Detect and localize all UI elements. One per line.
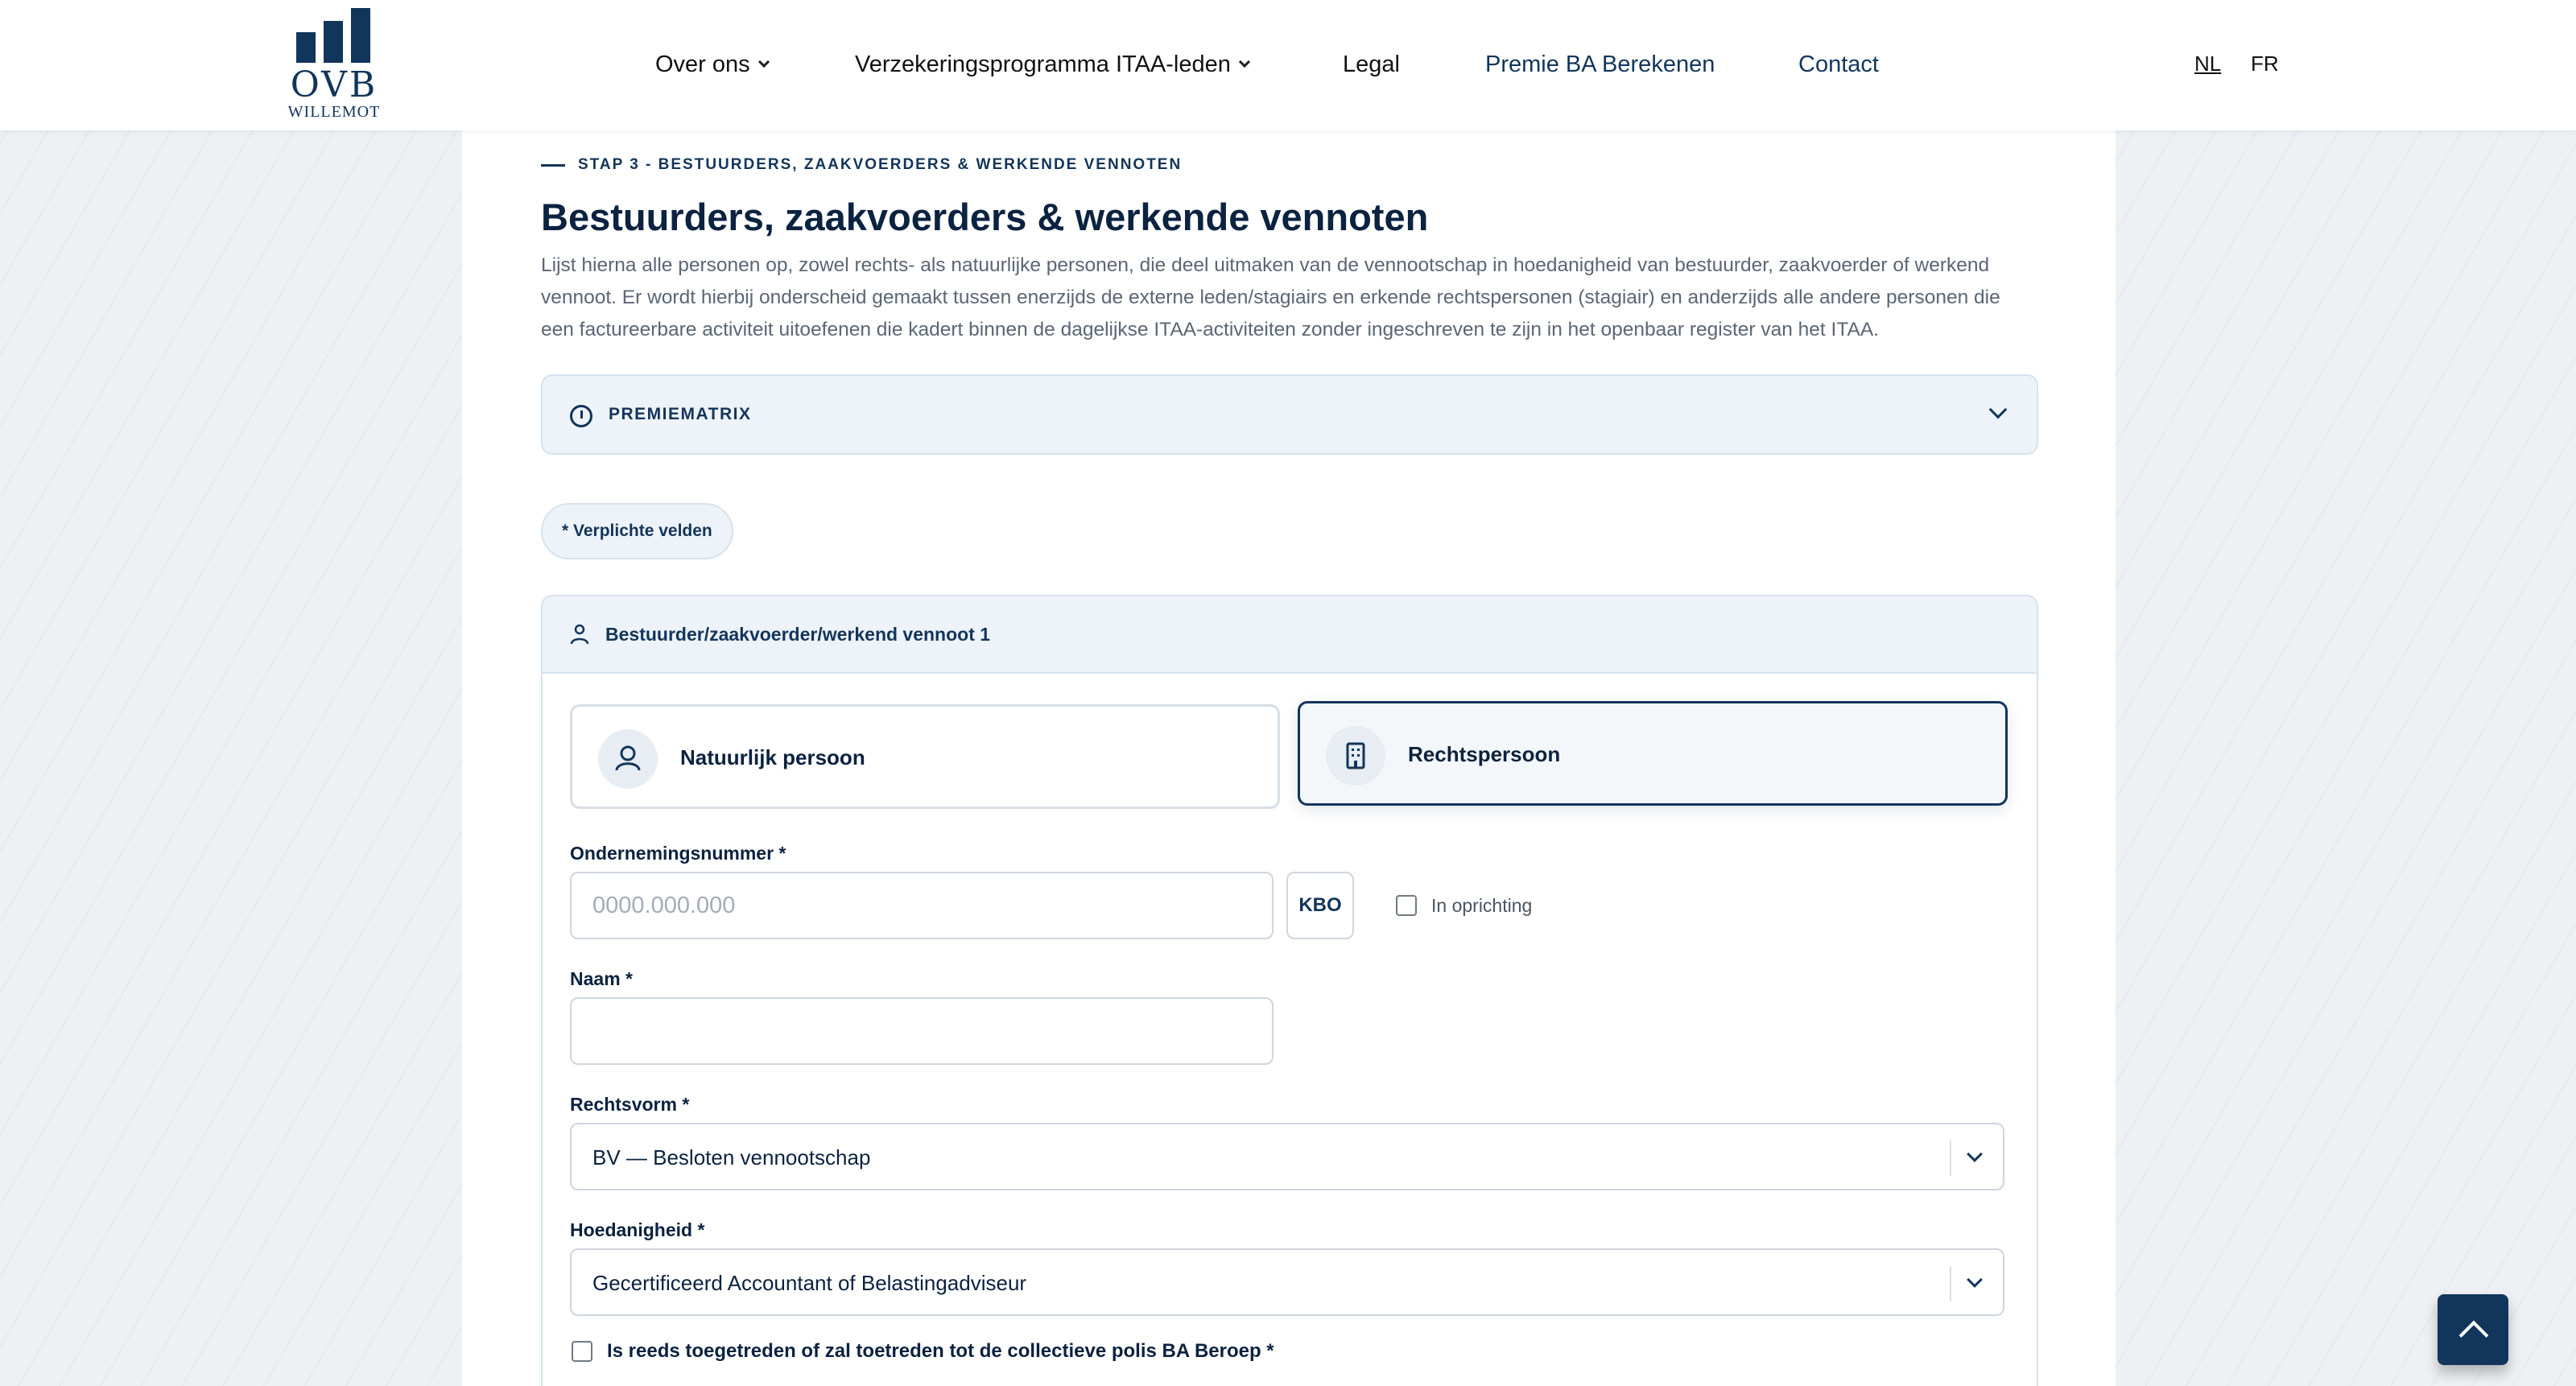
- option-label: Natuurlijk persoon: [680, 745, 865, 769]
- chevron-down-icon: [758, 56, 770, 68]
- option-icon-wrap: [1326, 726, 1385, 786]
- lang-nl[interactable]: NL: [2194, 52, 2221, 76]
- chevron-down-icon: [1988, 400, 2008, 419]
- select-separator: [1950, 1141, 1951, 1176]
- name-label: Naam *: [570, 968, 633, 989]
- collective-policy-checkbox[interactable]: [572, 1341, 592, 1362]
- nav-premie-berekenen[interactable]: Premie BA Berekenen: [1485, 48, 1715, 80]
- lang-fr[interactable]: FR: [2251, 52, 2279, 76]
- person-card: Bestuurder/zaakvoerder/werkend vennoot 1…: [541, 595, 2038, 1386]
- building-icon: [1346, 742, 1365, 769]
- site-header: OVB WILLEMOT Over ons Verzekeringsprogra…: [0, 0, 2576, 130]
- form-panel: STAP 3 - BESTUURDERS, ZAAKVOERDERS & WER…: [462, 130, 2116, 1386]
- kbo-button[interactable]: KBO: [1286, 872, 1354, 939]
- capacity-select[interactable]: Gecertificeerd Accountant of Belastingad…: [570, 1248, 2004, 1316]
- nav-legal[interactable]: Legal: [1343, 48, 1400, 80]
- chevron-down-icon: [1967, 1146, 1983, 1162]
- in-oprichting-label: In oprichting: [1431, 895, 1533, 916]
- user-icon: [615, 745, 641, 771]
- ovb-logo[interactable]: OVB WILLEMOT: [282, 8, 386, 122]
- legal-form-value: BV — Besloten vennootschap: [592, 1145, 871, 1169]
- premiematrix-accordion[interactable]: PREMIEMATRIX: [541, 374, 2038, 455]
- company-number-input[interactable]: [570, 872, 1274, 939]
- step-indicator: STAP 3 - BESTUURDERS, ZAAKVOERDERS & WER…: [541, 156, 1182, 174]
- chevron-down-icon: [1238, 56, 1250, 68]
- nav-label: Premie BA Berekenen: [1485, 51, 1715, 77]
- intro-text: Lijst hierna alle personen op, zowel rec…: [541, 254, 2000, 340]
- in-oprichting-checkbox[interactable]: [1396, 895, 1417, 916]
- nav-over-ons[interactable]: Over ons: [655, 48, 770, 80]
- option-label: Rechtspersoon: [1408, 742, 1561, 766]
- legal-form-label: Rechtsvorm *: [570, 1094, 690, 1115]
- collective-policy-label: Is reeds toegetreden of zal toetreden to…: [607, 1340, 1274, 1362]
- select-separator: [1950, 1266, 1951, 1301]
- nav-label: Legal: [1343, 51, 1400, 77]
- nav-label: Over ons: [655, 51, 750, 77]
- person-card-title: Bestuurder/zaakvoerder/werkend vennoot 1: [605, 624, 991, 645]
- legal-form-select[interactable]: BV — Besloten vennootschap: [570, 1123, 2004, 1190]
- step-label: STAP 3 - BESTUURDERS, ZAAKVOERDERS & WER…: [578, 156, 1183, 173]
- chevron-down-icon: [1967, 1272, 1983, 1288]
- logo-subtitle: WILLEMOT: [287, 103, 381, 121]
- logo-brand: OVB: [290, 64, 378, 105]
- premiematrix-label: PREMIEMATRIX: [609, 405, 752, 423]
- info-circle-icon: [570, 405, 592, 427]
- scroll-to-top-button[interactable]: [2438, 1294, 2508, 1365]
- page-title: Bestuurders, zaakvoerders & werkende ven…: [541, 196, 1429, 238]
- option-icon-wrap: [598, 729, 658, 789]
- step-dash: [541, 163, 565, 167]
- nav-label: Contact: [1798, 51, 1879, 77]
- nav-verzekeringsprogramma[interactable]: Verzekeringsprogramma ITAA-leden: [855, 48, 1250, 80]
- company-number-label: Ondernemingsnummer *: [570, 843, 786, 864]
- capacity-label: Hoedanigheid *: [570, 1219, 705, 1240]
- option-natuurlijk-persoon[interactable]: Natuurlijk persoon: [570, 704, 1280, 809]
- logo-bars-icon: [296, 8, 377, 63]
- nav-contact[interactable]: Contact: [1798, 48, 1879, 80]
- nav-label: Verzekeringsprogramma ITAA-leden: [855, 51, 1231, 77]
- option-rechtspersoon[interactable]: Rechtspersoon: [1298, 701, 2008, 806]
- capacity-value: Gecertificeerd Accountant of Belastingad…: [592, 1271, 1027, 1295]
- required-fields-badge: * Verplichte velden: [541, 503, 733, 559]
- name-input[interactable]: [570, 997, 1274, 1065]
- user-icon: [570, 624, 589, 645]
- person-card-header: Bestuurder/zaakvoerder/werkend vennoot 1: [543, 596, 2037, 674]
